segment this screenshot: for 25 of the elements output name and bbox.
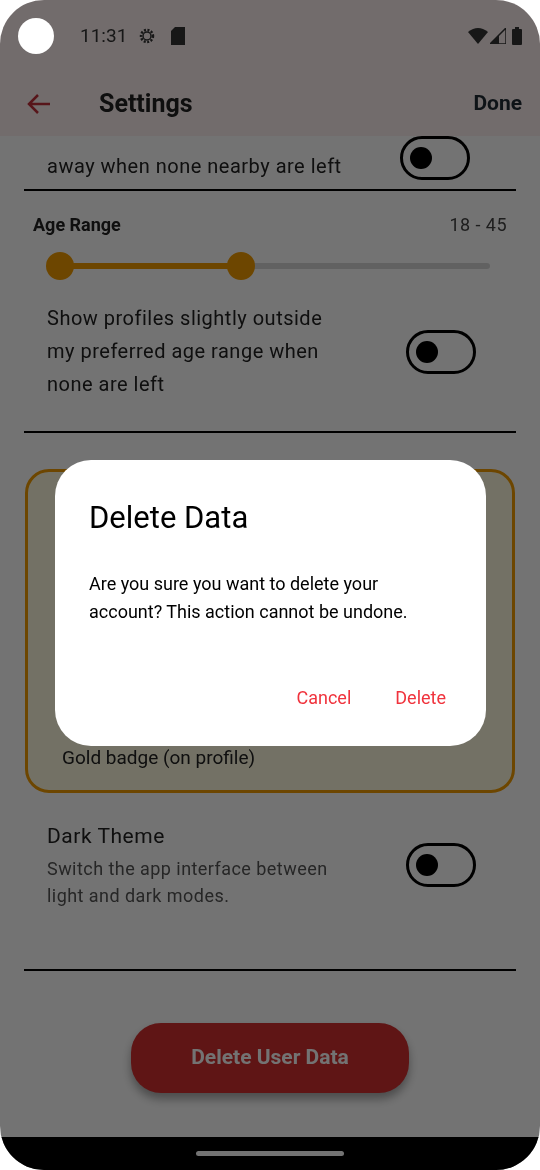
delete-button[interactable]: Delete: [385, 679, 456, 715]
page-title: Settings: [99, 88, 193, 121]
card-text: Gold badge (on profile): [62, 744, 257, 771]
slider-thumb[interactable]: [46, 252, 74, 280]
setting-text: away when none nearby are left: [47, 153, 342, 179]
done-button[interactable]: Done: [473, 88, 522, 120]
cancel-button[interactable]: Cancel: [286, 679, 362, 715]
toggle-switch[interactable]: [406, 842, 476, 887]
age-range-value: 18 - 45: [449, 213, 507, 237]
dialog-message: Are you sure you want to delete your account? This action cannot be undone.: [89, 571, 409, 624]
slider-thumb[interactable]: [226, 252, 255, 280]
wifi-icon: [468, 28, 488, 44]
battery-icon: [512, 27, 522, 45]
signal-icon: [490, 28, 506, 44]
sd-card-icon: [171, 27, 186, 45]
toggle-switch[interactable]: [406, 329, 476, 374]
setting-title: Dark Theme: [47, 823, 166, 850]
delete-user-data-button[interactable]: Delete User Data: [131, 1022, 409, 1093]
setting-description: Switch the app interface between light and dark modes.: [47, 856, 329, 908]
setting-text: Show profiles slightly outside my preferred age range when none are left: [47, 305, 324, 398]
toggle-switch[interactable]: [400, 136, 470, 180]
age-range-label: Age Range: [33, 213, 121, 237]
back-arrow-icon: [27, 94, 51, 114]
status-time: 11:31: [80, 22, 128, 49]
dialog-title: Delete Data: [89, 498, 250, 538]
